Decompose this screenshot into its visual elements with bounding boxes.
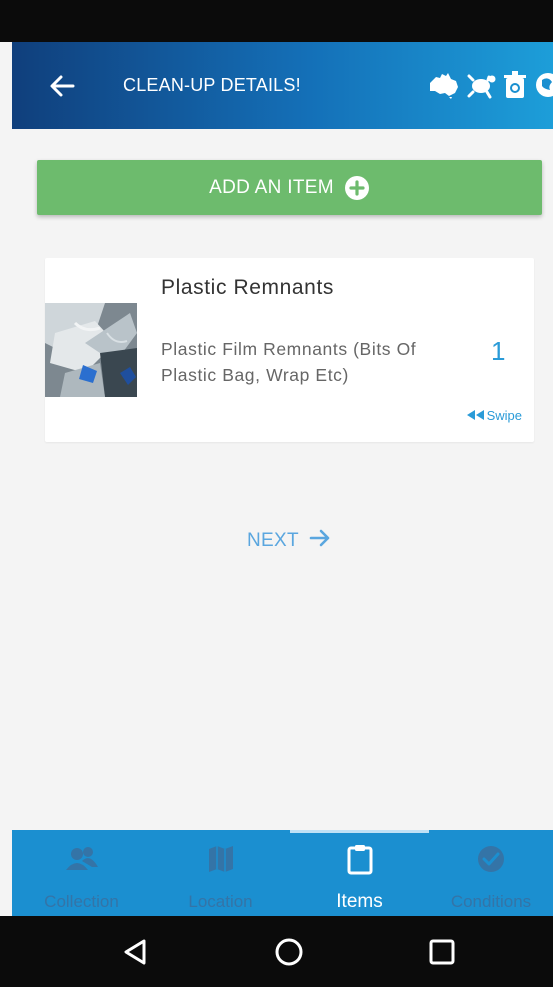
people-icon <box>65 844 99 874</box>
item-title: Plastic Remnants <box>161 276 334 299</box>
australia-map-icon <box>427 71 461 99</box>
status-bar <box>0 0 553 42</box>
item-description-line-2: Plastic Bag, Wrap Etc) <box>161 365 349 385</box>
globe-icon <box>533 70 553 100</box>
check-circle-icon <box>476 844 506 874</box>
bottom-navigation: Collection Location Items Conditions <box>12 830 553 916</box>
add-item-button[interactable]: ADD AN ITEM <box>37 160 542 215</box>
double-left-arrow-icon <box>466 408 485 423</box>
nav-tab-location[interactable]: Location <box>151 830 290 916</box>
system-back-icon[interactable] <box>120 936 152 968</box>
nav-label-items: Items <box>336 891 383 912</box>
back-arrow-icon[interactable] <box>46 70 78 102</box>
next-label: NEXT <box>247 530 299 551</box>
nav-label-location: Location <box>188 892 253 911</box>
item-card[interactable]: Plastic Remnants Plastic Film Remnants (… <box>45 258 534 442</box>
brand-icons <box>427 68 553 102</box>
system-home-icon[interactable] <box>273 936 305 968</box>
turtle-icon <box>467 70 497 100</box>
app-bar: CLEAN-UP DETAILS! <box>12 42 553 129</box>
nav-tab-items[interactable]: Items <box>290 830 429 916</box>
item-description-line-1: Plastic Film Remnants (Bits Of <box>161 339 417 359</box>
map-icon <box>206 844 236 874</box>
item-thumbnail <box>45 303 137 397</box>
system-recents-icon[interactable] <box>426 936 458 968</box>
system-navigation-bar <box>0 916 553 987</box>
arrow-right-icon <box>309 528 331 554</box>
clipboard-icon <box>346 844 374 875</box>
nav-label-conditions: Conditions <box>450 892 532 911</box>
add-item-label: ADD AN ITEM <box>209 176 334 198</box>
swipe-hint: Swipe <box>466 408 522 423</box>
item-description: Plastic Film Remnants (Bits Of Plastic B… <box>161 336 461 388</box>
item-quantity: 1 <box>491 336 506 366</box>
page-title: CLEAN-UP DETAILS! <box>123 75 301 95</box>
recycle-bin-icon <box>503 70 527 100</box>
plus-circle-icon <box>344 175 370 201</box>
next-button[interactable]: NEXT <box>247 528 331 554</box>
nav-label-collection: Collection <box>44 892 119 911</box>
swipe-label: Swipe <box>486 408 522 423</box>
nav-tab-collection[interactable]: Collection <box>12 830 151 916</box>
nav-tab-conditions[interactable]: Conditions <box>429 830 553 916</box>
